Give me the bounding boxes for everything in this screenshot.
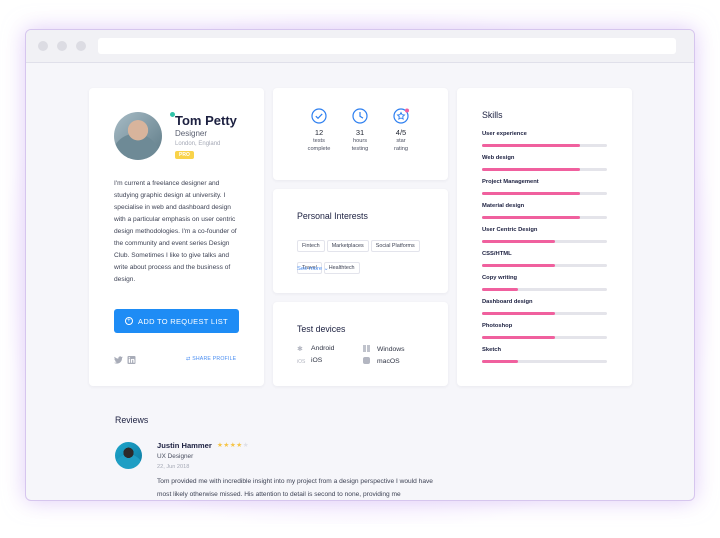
device-android: ✱ Android (297, 345, 335, 353)
stat-label: complete (307, 146, 331, 152)
skill-bar (482, 144, 607, 147)
personal-interests-card: Personal Interests Fintech Marketplaces So… (273, 189, 448, 293)
browser-window: Tom Petty Designer London, England PRO I… (25, 29, 695, 501)
pro-badge: PRO (175, 151, 194, 159)
device-macos: macOS (363, 357, 400, 365)
profile-bio: I'm current a freelance designer and stu… (114, 180, 237, 283)
add-button-label: ADD TO REQUEST LIST (138, 316, 228, 326)
stat-label: tests (313, 138, 325, 144)
skill-bar-fill (482, 264, 555, 267)
windows-icon (363, 345, 370, 352)
device-windows: Windows (363, 345, 405, 353)
skill-bar (482, 192, 607, 195)
interest-tag[interactable]: Marketplaces (326, 240, 369, 252)
skill-name: Copy writing (482, 275, 518, 281)
skill-bar-fill (482, 360, 519, 363)
skill-bar (482, 360, 607, 363)
skills-card: Skills User experience Web design Project … (457, 88, 632, 386)
window-dot-minimize[interactable] (57, 41, 67, 51)
ios-icon: iOS (297, 359, 306, 365)
address-bar[interactable] (98, 38, 676, 54)
share-profile-label: SHARE PROFILE (192, 356, 237, 362)
stat-tests-complete: 12 tests complete (301, 108, 337, 153)
clock-icon (352, 108, 368, 124)
window-dot-maximize[interactable] (76, 41, 86, 51)
see-more-label: See more (297, 266, 323, 272)
skill-bar (482, 288, 607, 291)
skill-bar-fill (482, 144, 580, 147)
reviews-title: Reviews (115, 415, 149, 425)
android-icon: ✱ (297, 346, 303, 353)
stat-value: 4/5 (395, 128, 407, 137)
reviewer-name: Justin Hammer (157, 441, 212, 450)
skill-name: Sketch (482, 347, 502, 353)
stat-label: star (396, 138, 406, 144)
profile-name: Tom Petty (175, 113, 237, 128)
window-dot-close[interactable] (38, 41, 48, 51)
stat-hours-testing: 31 hours testing (342, 108, 378, 153)
skill-name: User experience (482, 131, 527, 137)
test-devices-card: Test devices ✱ Android Windows iOS iOS mac… (273, 302, 448, 386)
interest-tag[interactable]: Fintech (297, 240, 325, 252)
device-ios: iOS iOS (297, 357, 323, 365)
stat-star-rating: 4/5 star rating (383, 108, 419, 153)
apple-icon (363, 357, 370, 364)
plus-circle-icon: + (125, 317, 134, 325)
skill-bar-fill (482, 288, 519, 291)
skill-name: Web design (482, 155, 515, 161)
skill-bar (482, 216, 607, 219)
review-date: 22, Jun 2018 (157, 464, 190, 470)
stat-label: rating (394, 146, 408, 152)
stat-label: hours (353, 138, 367, 144)
see-more-link[interactable]: See more ⌄ (297, 266, 329, 272)
interests-title: Personal Interests (297, 211, 368, 221)
reviewer-role: UX Designer (157, 453, 194, 460)
chevron-down-icon: ⌄ (323, 266, 329, 272)
avatar (114, 112, 162, 160)
skill-name: Material design (482, 203, 525, 209)
skill-bar-fill (482, 216, 580, 219)
interest-tag[interactable]: Healthtech (323, 262, 360, 274)
skill-name: Photoshop (482, 323, 513, 329)
stats-card: 12 tests complete 31 hours testing 4/5 s… (273, 88, 448, 180)
devices-title: Test devices (297, 324, 346, 334)
skills-title: Skills (482, 110, 503, 120)
stat-label: testing (351, 146, 369, 152)
skill-name: Project Management (482, 179, 539, 185)
profile-role: Designer (175, 129, 208, 138)
check-circle-icon (311, 108, 327, 124)
star-rating: ★★★★★ (217, 441, 249, 449)
skill-bar (482, 240, 607, 243)
star-badge-icon (393, 108, 409, 124)
skill-name: Dashboard design (482, 299, 533, 305)
stat-value: 12 (314, 128, 324, 137)
skill-bar-fill (482, 240, 555, 243)
profile-location: London, England (175, 141, 221, 147)
browser-titlebar (26, 30, 694, 63)
stat-value: 31 (355, 128, 365, 137)
twitter-icon[interactable] (114, 356, 123, 364)
reviewer-avatar (115, 442, 142, 469)
interest-tag[interactable]: Social Platforms (370, 240, 420, 252)
share-icon: ⇄ (186, 356, 191, 362)
star-icon: ★ (242, 442, 250, 449)
skill-bar (482, 264, 607, 267)
skill-name: User Centric Design (482, 227, 538, 233)
add-to-request-list-button[interactable]: + ADD TO REQUEST LIST (114, 309, 239, 333)
skill-bar (482, 312, 607, 315)
skill-bar-fill (482, 336, 555, 339)
review-text: Tom provided me with incredible insight … (157, 478, 433, 498)
profile-card: Tom Petty Designer London, England PRO I… (89, 88, 264, 386)
skill-bar-fill (482, 168, 580, 171)
skill-bar-fill (482, 192, 580, 195)
share-profile-link[interactable]: ⇄ SHARE PROFILE (186, 356, 236, 362)
linkedin-icon[interactable] (127, 356, 136, 364)
skill-name: CSS/HTML (482, 251, 512, 257)
skill-bar (482, 336, 607, 339)
skill-bar (482, 168, 607, 171)
skill-bar-fill (482, 312, 555, 315)
